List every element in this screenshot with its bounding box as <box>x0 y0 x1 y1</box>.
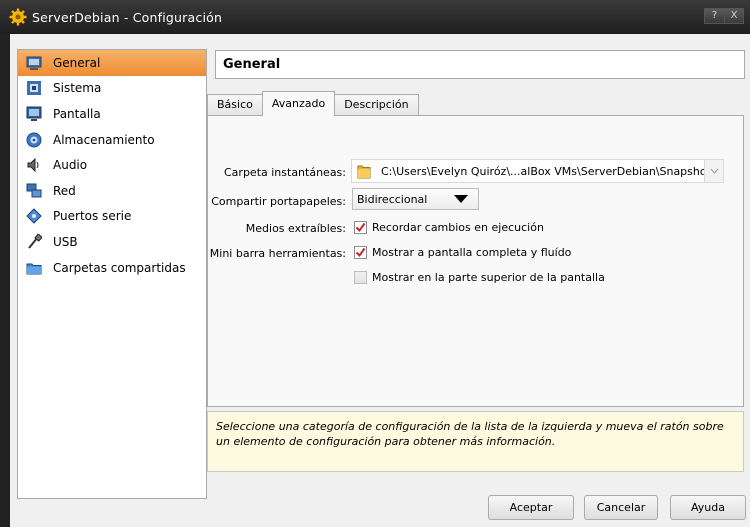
folder-icon <box>26 260 42 276</box>
titlebar-buttons: ? X <box>704 8 744 24</box>
title-bar: ServerDebian - Configuración ? X <box>0 0 750 34</box>
display-icon <box>26 106 42 122</box>
snapshot-folder-selector[interactable]: C:\Users\Evelyn Quiróz\...alBox VMs\Serv… <box>351 159 724 183</box>
dialog-client: General Sistema Pantalla Almacenamiento … <box>10 34 750 527</box>
close-window-button[interactable]: X <box>724 9 743 23</box>
removable-media-checkbox-row[interactable]: Recordar cambios en ejecución <box>354 221 544 234</box>
tab-bar: Básico Avanzado Descripción <box>207 91 419 116</box>
sidebar-item-label: USB <box>53 234 78 249</box>
sidebar-item-label: Pantalla <box>53 106 101 121</box>
sidebar-item-carpetas-compartidas[interactable]: Carpetas compartidas <box>18 255 206 281</box>
info-box: Seleccione una categoría de configuració… <box>207 411 744 472</box>
removable-media-check-label: Recordar cambios en ejecución <box>372 221 544 234</box>
sidebar-item-red[interactable]: Red <box>18 178 206 204</box>
top-toolbar-checkbox-row[interactable]: Mostrar en la parte superior de la panta… <box>354 271 605 284</box>
sidebar-item-almacenamiento[interactable]: Almacenamiento <box>18 127 206 153</box>
help-button[interactable]: Ayuda <box>670 495 746 520</box>
chip-icon <box>26 80 42 96</box>
clipboard-value: Bidireccional <box>357 192 428 206</box>
checkbox-unchecked[interactable] <box>354 271 367 284</box>
sidebar-item-label: Sistema <box>53 81 102 96</box>
top-toolbar-check-label: Mostrar en la parte superior de la panta… <box>372 271 605 284</box>
tab-descripcion[interactable]: Descripción <box>334 94 419 116</box>
sidebar-item-puertos-serie[interactable]: Puertos serie <box>18 204 206 230</box>
fullscreen-toolbar-checkbox-row[interactable]: Mostrar a pantalla completa y fluído <box>354 246 571 259</box>
sidebar-item-label: General <box>53 55 101 70</box>
fullscreen-toolbar-check-label: Mostrar a pantalla completa y fluído <box>372 246 572 259</box>
help-title-button[interactable]: ? <box>705 9 724 23</box>
window-frame <box>0 34 10 527</box>
chevron-down-icon[interactable] <box>704 160 723 182</box>
removable-media-label: Medios extraíbles: <box>245 222 346 235</box>
sidebar-item-label: Audio <box>53 158 88 173</box>
sidebar-item-label: Puertos serie <box>53 209 132 224</box>
checkbox-checked[interactable] <box>354 221 367 234</box>
window-title: ServerDebian - Configuración <box>32 9 223 25</box>
advanced-tab-panel: Carpeta instantáneas: C:\Users\Evelyn Qu… <box>207 115 744 407</box>
usb-icon <box>26 233 42 250</box>
sidebar-item-sistema[interactable]: Sistema <box>18 76 206 102</box>
network-icon <box>26 183 42 199</box>
page-title: General <box>215 50 745 79</box>
mini-toolbar-label: Mini barra herramientas: <box>209 247 346 260</box>
sidebar-item-pantalla[interactable]: Pantalla <box>18 101 206 127</box>
speaker-icon <box>26 157 42 173</box>
clipboard-select[interactable]: Bidireccional <box>352 188 479 210</box>
gear-icon <box>8 7 28 27</box>
sidebar-item-audio[interactable]: Audio <box>18 152 206 178</box>
serial-port-icon <box>26 208 42 225</box>
sidebar-item-label: Almacenamiento <box>53 132 155 147</box>
checkbox-checked[interactable] <box>354 246 367 259</box>
folder-icon <box>357 163 373 179</box>
monitor-icon <box>26 55 42 71</box>
snapshot-folder-label: Carpeta instantáneas: <box>224 166 346 179</box>
dropdown-arrow-icon <box>454 195 468 203</box>
cancel-button[interactable]: Cancelar <box>584 495 658 520</box>
sidebar-item-general[interactable]: General <box>18 50 206 76</box>
snapshot-folder-path: C:\Users\Evelyn Quiróz\...alBox VMs\Serv… <box>381 164 717 178</box>
sidebar-item-label: Red <box>53 183 76 198</box>
tab-avanzado[interactable]: Avanzado <box>261 91 336 116</box>
disk-icon <box>26 132 42 148</box>
clipboard-label: Compartir portapapeles: <box>211 195 346 208</box>
accept-button[interactable]: Aceptar <box>488 495 574 520</box>
category-list: General Sistema Pantalla Almacenamiento … <box>17 49 207 499</box>
sidebar-item-usb[interactable]: USB <box>18 229 206 255</box>
sidebar-item-label: Carpetas compartidas <box>53 260 186 275</box>
tab-basico[interactable]: Básico <box>207 94 263 116</box>
